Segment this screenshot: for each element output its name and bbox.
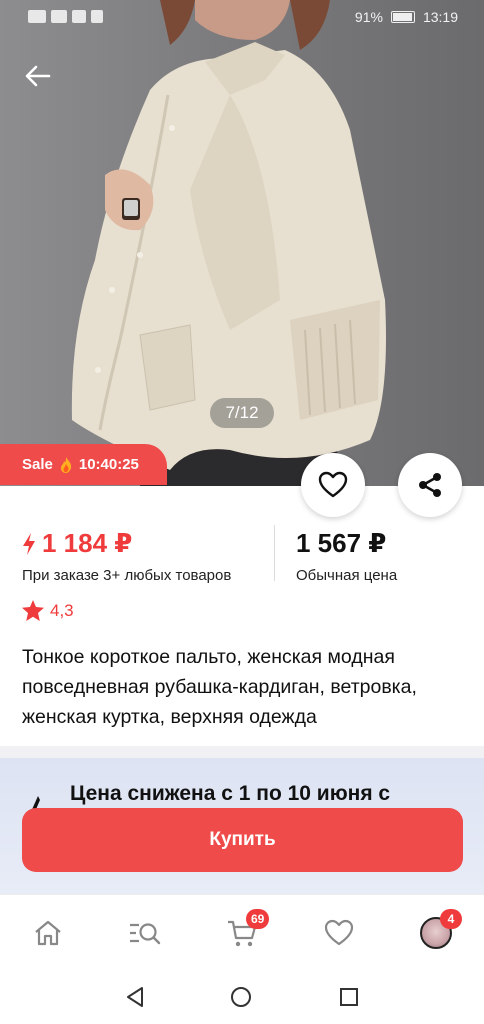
signal-icon	[51, 10, 67, 23]
arrow-left-icon	[25, 65, 51, 87]
mail-icon	[72, 10, 86, 23]
product-title: Тонкое короткое пальто, женская модная п…	[22, 646, 417, 728]
heart-icon	[318, 471, 348, 498]
nav-cart[interactable]: 69	[222, 909, 270, 953]
notification-icon	[91, 10, 103, 23]
nav-favorites[interactable]	[319, 913, 359, 953]
system-navigation-bar	[0, 974, 484, 1024]
favorite-button[interactable]	[301, 453, 365, 517]
share-icon	[419, 473, 441, 497]
system-back-icon[interactable]	[124, 986, 146, 1008]
lightning-icon	[23, 532, 35, 555]
back-button[interactable]	[20, 58, 56, 94]
battery-percent: 91%	[354, 9, 383, 25]
sale-timer: 10:40:25	[78, 456, 139, 473]
promo-price: 1 184 ₽	[22, 528, 231, 559]
sale-badge: Sale 10:40:25	[0, 444, 167, 485]
cart-badge: 69	[246, 909, 270, 929]
rating-value: 4,3	[50, 600, 74, 620]
promo-price-value: 1 184 ₽	[42, 528, 133, 558]
sale-label: Sale	[22, 456, 53, 473]
catalog-search-icon	[130, 923, 161, 945]
regular-price: 1 567 ₽	[296, 528, 387, 558]
star-icon	[22, 600, 44, 621]
share-button[interactable]	[398, 453, 462, 517]
section-separator	[0, 746, 484, 758]
profile-badge: 4	[440, 909, 462, 929]
status-bar: 91% 13:19	[0, 0, 484, 36]
promo-price-note: При заказе 3+ любых товаров	[22, 567, 232, 584]
product-image-gallery[interactable]: 91% 13:19 7/12	[0, 0, 484, 486]
nav-catalog[interactable]	[125, 913, 165, 953]
battery-icon	[390, 11, 415, 23]
price-divider	[274, 525, 275, 581]
regular-price-note: Обычная цена	[296, 567, 398, 584]
nav-profile[interactable]: 4	[416, 909, 462, 953]
rating[interactable]: 4,3	[22, 600, 74, 621]
fire-icon	[60, 456, 72, 473]
image-counter: 7/12	[210, 398, 274, 428]
clock: 13:19	[422, 9, 458, 25]
heart-icon	[324, 919, 354, 946]
bottom-navigation: 69 4	[0, 894, 484, 974]
status-icons	[28, 10, 103, 23]
home-icon	[35, 920, 61, 946]
promo-banner-text: Цена снижена с 1 по 10 июня с	[70, 782, 391, 805]
system-recents-icon[interactable]	[338, 986, 360, 1008]
network-icon	[28, 10, 46, 23]
price-section: 1 184 ₽ При заказе 3+ любых товаров 1 56…	[0, 520, 484, 588]
buy-button[interactable]: Купить	[22, 808, 463, 872]
system-home-icon[interactable]	[230, 986, 252, 1008]
nav-home[interactable]	[28, 913, 68, 953]
